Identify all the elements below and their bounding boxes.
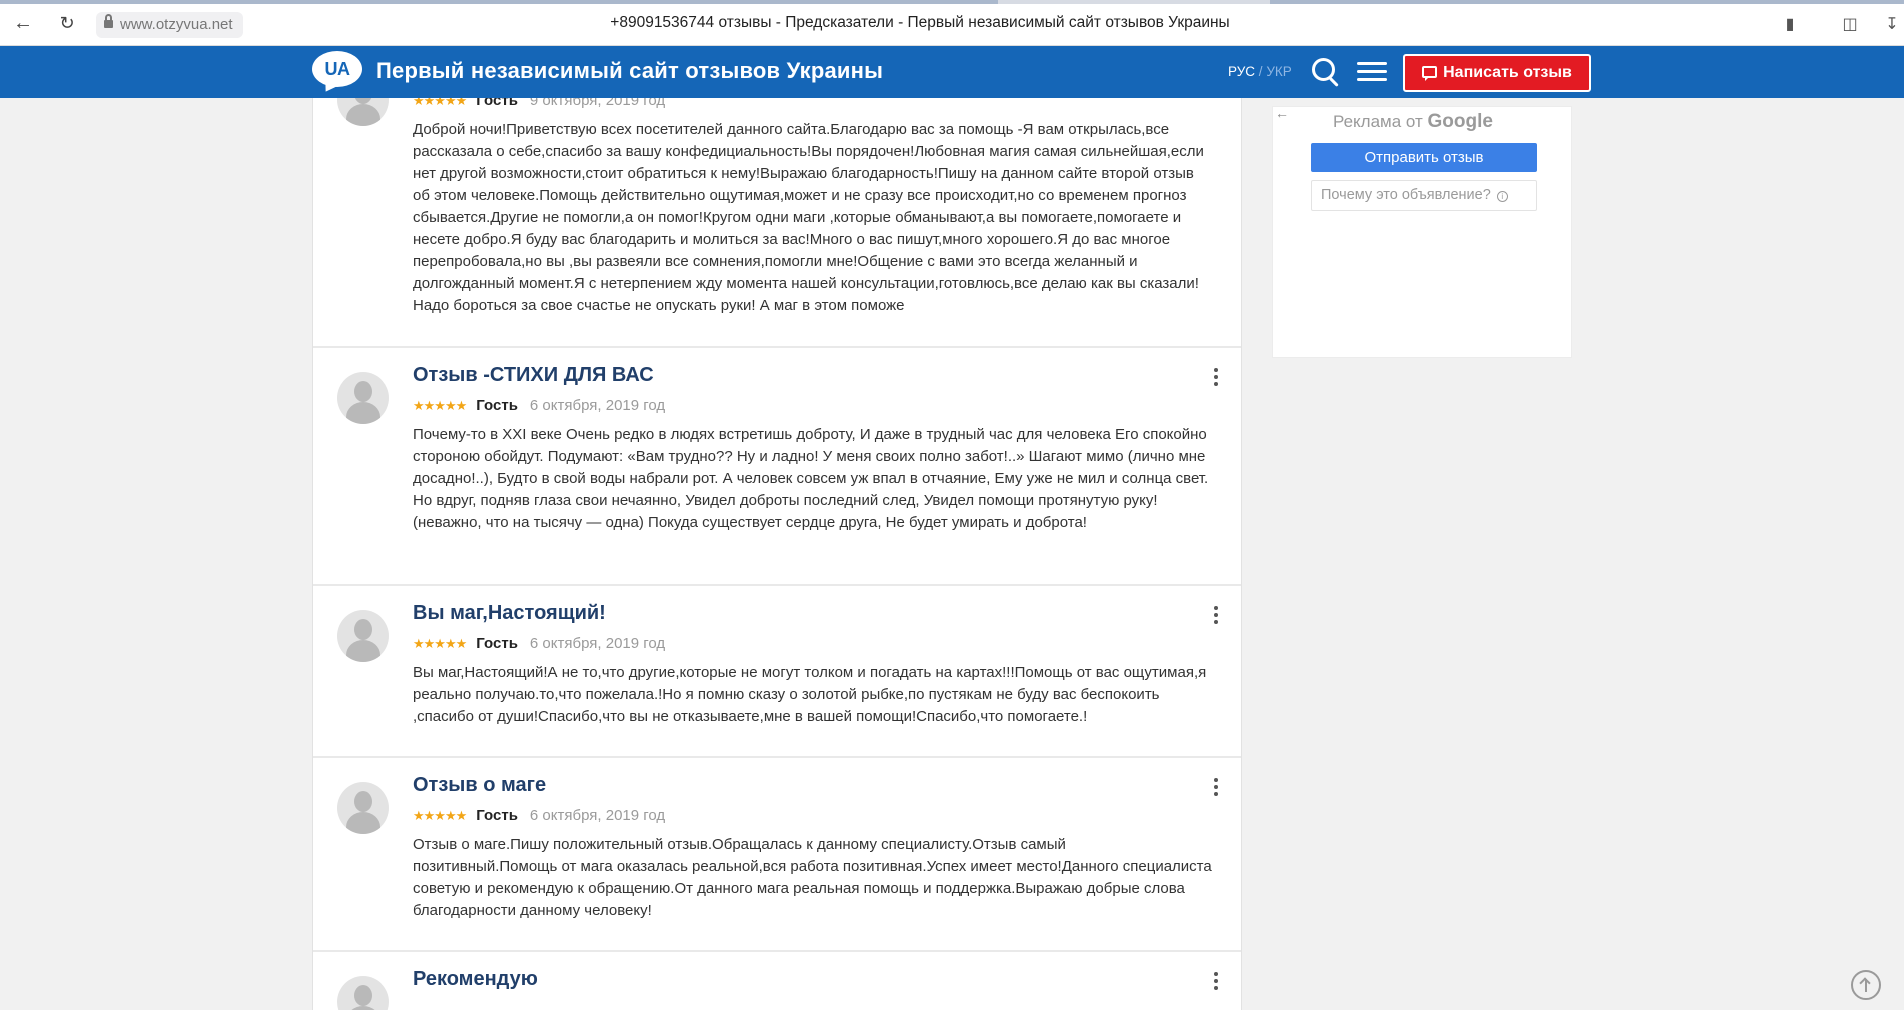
lang-ukr-link[interactable]: УКР <box>1266 64 1291 79</box>
review-text: Вы маг,Настоящий!А не то,что другие,кото… <box>413 664 1207 725</box>
page-tab-title: +89091536744 отзывы - Предсказатели - Пе… <box>610 14 1230 31</box>
tab-indicator <box>1270 0 1904 4</box>
review-title[interactable]: Вы маг,Настоящий! <box>413 602 606 625</box>
why-this-ad-button[interactable]: Почему это объявление? i <box>1311 180 1537 211</box>
download-icon[interactable]: ↧ <box>1882 14 1902 34</box>
review-text: Отзыв о маге.Пишу положительный отзыв.Об… <box>413 836 1212 919</box>
ad-label: Реклама от Google <box>1333 111 1493 133</box>
reviews-list: ★★★★★ Гость 9 октября, 2019 год Доброй ноч… <box>312 98 1242 1010</box>
review-card: Отзыв о маге ★★★★★ Гость 6 октября, 2019 г… <box>313 758 1241 952</box>
review-title[interactable]: Отзыв -СТИХИ ДЛЯ ВАС <box>413 364 654 387</box>
more-options-icon[interactable] <box>1213 972 1219 990</box>
rating-stars: ★★★★★ <box>413 398 467 413</box>
review-meta: ★★★★★ Гость 6 октября, 2019 год <box>413 397 665 414</box>
review-meta: ★★★★★ Гость 6 октября, 2019 год <box>413 807 665 824</box>
ad-label-prefix: Реклама от <box>1333 112 1428 131</box>
active-tab-indicator <box>0 0 998 4</box>
send-feedback-button[interactable]: Отправить отзыв <box>1311 143 1537 172</box>
more-options-icon[interactable] <box>1213 606 1219 624</box>
review-author: Гость <box>476 807 518 824</box>
bookmark-icon[interactable]: ▮ <box>1780 14 1800 34</box>
review-card: Вы маг,Настоящий! ★★★★★ Гость 6 октября, 2… <box>313 586 1241 758</box>
review-card: Отзыв -СТИХИ ДЛЯ ВАС ★★★★★ Гость 6 октября… <box>313 348 1241 586</box>
review-date: 6 октября, 2019 год <box>529 635 666 652</box>
review-author: Гость <box>476 98 518 109</box>
google-ad-panel: ← Реклама от Google Отправить отзыв Поче… <box>1272 105 1572 358</box>
lang-rus-link[interactable]: РУС <box>1228 64 1255 79</box>
review-author: Гость <box>476 397 518 414</box>
avatar <box>337 610 389 662</box>
message-icon <box>1422 66 1438 81</box>
review-author: Гость <box>476 635 518 652</box>
back-arrow-icon[interactable]: ← <box>1275 105 1289 121</box>
why-this-ad-label: Почему это объявление? <box>1321 187 1491 203</box>
review-text: Доброй ночи!Приветствую всех посетителей… <box>413 121 1204 314</box>
review-date: 6 октября, 2019 год <box>529 807 666 824</box>
avatar <box>337 782 389 834</box>
url-text: www.otzyvua.net <box>120 16 233 33</box>
review-text: Почему-то в XXI веке Очень редко в людях… <box>413 426 1209 531</box>
review-card: Рекомендую <box>313 952 1241 1010</box>
info-icon: i <box>1496 191 1508 202</box>
review-title[interactable]: Рекомендую <box>413 968 538 991</box>
avatar <box>337 98 389 126</box>
lang-separator: / <box>1255 64 1267 79</box>
hamburger-menu-icon[interactable] <box>1357 61 1387 83</box>
avatar <box>337 372 389 424</box>
extensions-icon[interactable]: ◫ <box>1840 14 1860 34</box>
browser-toolbar: ← ↻ www.otzyvua.net +89091536744 отзывы … <box>0 0 1904 46</box>
scroll-to-top-button[interactable] <box>1851 970 1881 1000</box>
site-logo[interactable]: UA <box>312 51 362 87</box>
language-switcher: РУС / УКР <box>1228 64 1292 79</box>
review-meta: ★★★★★ Гость 9 октября, 2019 год <box>413 98 665 109</box>
site-title[interactable]: Первый независимый сайт отзывов Украины <box>376 58 883 84</box>
site-header: UA Первый независимый сайт отзывов Украи… <box>0 46 1904 98</box>
google-brand: Google <box>1427 111 1493 132</box>
reload-icon[interactable]: ↻ <box>56 12 78 34</box>
rating-stars: ★★★★★ <box>413 98 467 108</box>
write-review-button[interactable]: Написать отзыв <box>1403 54 1591 92</box>
review-meta: ★★★★★ Гость 6 октября, 2019 год <box>413 635 665 652</box>
lock-icon <box>104 14 113 30</box>
write-review-label: Написать отзыв <box>1443 64 1572 81</box>
more-options-icon[interactable] <box>1213 778 1219 796</box>
review-title[interactable]: Отзыв о маге <box>413 774 546 797</box>
logo-text: UA <box>324 59 351 79</box>
rating-stars: ★★★★★ <box>413 808 467 823</box>
rating-stars: ★★★★★ <box>413 636 467 651</box>
avatar <box>337 976 389 1010</box>
review-card: ★★★★★ Гость 9 октября, 2019 год Доброй ноч… <box>313 98 1241 348</box>
review-date: 6 октября, 2019 год <box>529 397 666 414</box>
arrowhead-icon <box>1859 977 1871 989</box>
back-arrow-icon[interactable]: ← <box>12 12 34 34</box>
more-options-icon[interactable] <box>1213 368 1219 386</box>
address-bar[interactable]: www.otzyvua.net <box>96 12 243 38</box>
search-icon[interactable] <box>1310 56 1342 88</box>
tab-strip <box>0 0 1904 4</box>
review-date: 9 октября, 2019 год <box>529 98 666 109</box>
